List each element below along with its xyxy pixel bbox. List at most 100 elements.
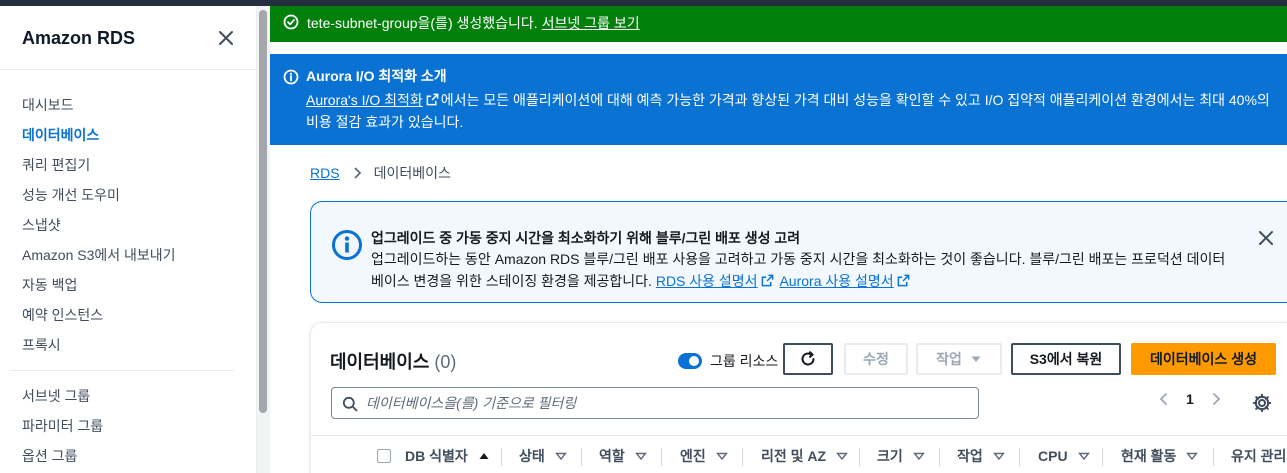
sidebar-item-subnet-groups[interactable]: 서브넷 그룹 [0,381,256,411]
column-header-db-identifier[interactable]: DB 식별자 [405,436,490,473]
success-check-icon [283,14,299,30]
sidebar-item-parameter-groups[interactable]: 파라미터 그룹 [0,411,256,441]
sort-icon [1186,452,1199,461]
column-header-actions[interactable]: 작업 [957,436,1005,473]
column-label: CPU [1038,448,1068,464]
sort-icon [912,452,925,461]
success-message: tete-subnet-group을(를) 생성했습니다. 서브넷 그룹 보기 [307,13,640,33]
column-label: 작업 [957,448,983,464]
sort-icon [992,452,1005,461]
side-navigation: Amazon RDS 대시보드 데이터베이스 쿼리 편집기 성능 개선 도우미 … [0,6,257,473]
breadcrumb: RDS 데이터베이스 [310,163,451,183]
column-label: 크기 [877,448,903,464]
main-content: tete-subnet-group을(를) 생성했습니다. 서브넷 그룹 보기 A… [270,6,1287,473]
sidebar-item-query-editor[interactable]: 쿼리 편집기 [0,150,256,180]
group-resources-toggle[interactable]: 그룹 리소스 [678,351,778,371]
column-divider[interactable] [939,448,940,466]
sort-icon [554,452,567,461]
sidebar-item-dashboard[interactable]: 대시보드 [0,90,256,120]
select-all-checkbox[interactable] [377,449,391,463]
column-header-status[interactable]: 상태 [519,436,567,473]
info-icon [283,69,299,85]
sidebar-item-proxies[interactable]: 프록시 [0,330,256,360]
external-link-icon[interactable] [897,274,910,287]
actions-dropdown-button[interactable]: 작업 [916,343,1002,375]
external-link-icon[interactable] [761,274,774,287]
column-label: 현재 활동 [1121,448,1177,464]
column-divider[interactable] [1213,448,1214,466]
column-divider[interactable] [742,448,743,466]
filter-input[interactable] [366,388,966,418]
column-header-role[interactable]: 역할 [599,436,647,473]
sidebar-item-snapshots[interactable]: 스냅샷 [0,210,256,240]
current-page[interactable]: 1 [1186,391,1194,407]
gear-icon[interactable] [1252,393,1272,413]
databases-table-panel: 데이터베이스 (0) 그룹 리소스 수정 작업 S3에서 복원 데이터베이스 생… [310,322,1287,473]
sidebar-item-automated-backups[interactable]: 자동 백업 [0,270,256,300]
column-divider[interactable] [581,448,582,466]
breadcrumb-rds-link[interactable]: RDS [310,165,340,181]
success-message-text: tete-subnet-group을(를) 생성했습니다. [307,15,538,31]
info-flash-title: Aurora I/O 최적화 소개 [306,68,447,84]
info-flash-body-text: 에서는 모든 애플리케이션에 대해 예측 가능한 가격과 향상된 가격 대비 성… [306,92,1270,130]
close-icon[interactable] [1256,228,1276,248]
search-icon [342,396,358,412]
rds-user-guide-link[interactable]: RDS 사용 설명서 [656,273,758,289]
sidebar-item-s3-exports[interactable]: Amazon S3에서 내보내기 [0,240,256,270]
info-flash-body: Aurora's I/O 최적화 에서는 모든 애플리케이션에 대해 예측 가능한… [306,89,1281,133]
create-database-button[interactable]: 데이터베이스 생성 [1131,343,1276,375]
column-divider[interactable] [859,448,860,466]
chevron-right-icon[interactable] [1208,391,1224,407]
info-icon [332,230,362,260]
sidebar-divider [10,370,234,371]
sidebar-item-reserved-instances[interactable]: 예약 인스턴스 [0,300,256,330]
external-link-icon[interactable] [426,93,439,106]
modify-button[interactable]: 수정 [844,343,908,375]
sidebar-scrollbar-thumb[interactable] [259,10,267,413]
chevron-left-icon[interactable] [1156,391,1172,407]
blue-green-info-alert: 업그레이드 중 가동 중지 시간을 최소화하기 위해 블루/그린 배포 생성 고… [310,201,1287,303]
column-divider[interactable] [661,448,662,466]
refresh-button[interactable] [783,343,833,375]
alert-body: 업그레이드하는 동안 Amazon RDS 블루/그린 배포 사용을 고려하고 … [371,248,1231,292]
sidebar-header: Amazon RDS [0,6,256,70]
sidebar-nav: 대시보드 데이터베이스 쿼리 편집기 성능 개선 도우미 스냅샷 Amazon … [0,70,256,471]
sort-ascending-icon [479,453,489,459]
column-header-engine[interactable]: 엔진 [680,436,728,473]
column-header-current-activity[interactable]: 현재 활동 [1121,436,1199,473]
pagination: 1 [1156,391,1224,407]
sidebar-item-option-groups[interactable]: 옵션 그룹 [0,441,256,471]
database-count: (0) [434,352,457,372]
sort-icon [715,452,728,461]
column-divider[interactable] [1102,448,1103,466]
close-icon[interactable] [215,27,237,49]
column-divider[interactable] [501,448,502,466]
sidebar-title[interactable]: Amazon RDS [22,28,135,49]
panel-title: 데이터베이스 (0) [330,348,456,374]
toggle-label: 그룹 리소스 [710,353,779,369]
aurora-user-guide-link[interactable]: Aurora 사용 설명서 [779,273,893,289]
view-subnet-groups-link[interactable]: 서브넷 그룹 보기 [542,15,640,31]
sidebar-item-databases[interactable]: 데이터베이스 [0,120,256,150]
column-label: 엔진 [680,448,706,464]
restore-from-s3-button[interactable]: S3에서 복원 [1011,343,1121,375]
breadcrumb-current: 데이터베이스 [373,165,451,181]
column-divider[interactable] [1019,448,1020,466]
aurora-io-optimized-link[interactable]: Aurora's I/O 최적화 [306,92,423,108]
chevron-right-icon [353,167,361,179]
alert-title: 업그레이드 중 가동 중지 시간을 최소화하기 위해 블루/그린 배포 생성 고… [371,230,801,246]
success-flashbar: tete-subnet-group을(를) 생성했습니다. 서브넷 그룹 보기 [270,6,1287,42]
filter-search-box[interactable] [331,387,979,419]
column-header-cpu[interactable]: CPU [1038,436,1090,473]
refresh-icon [801,351,815,366]
toggle-switch[interactable] [678,353,702,369]
sort-icon [836,452,849,461]
actions-label: 작업 [936,351,962,367]
table-header: DB 식별자 상태 역할 엔진 리전 및 AZ 크기 작업 CPU 현재 활동 … [311,435,1287,473]
column-header-size[interactable]: 크기 [877,436,925,473]
column-header-region-az[interactable]: 리전 및 AZ [761,436,849,473]
sort-icon [634,452,647,461]
sidebar-item-performance-insights[interactable]: 성능 개선 도우미 [0,180,256,210]
sort-icon [1077,452,1090,461]
column-header-maintenance[interactable]: 유지 관리 [1231,436,1286,473]
